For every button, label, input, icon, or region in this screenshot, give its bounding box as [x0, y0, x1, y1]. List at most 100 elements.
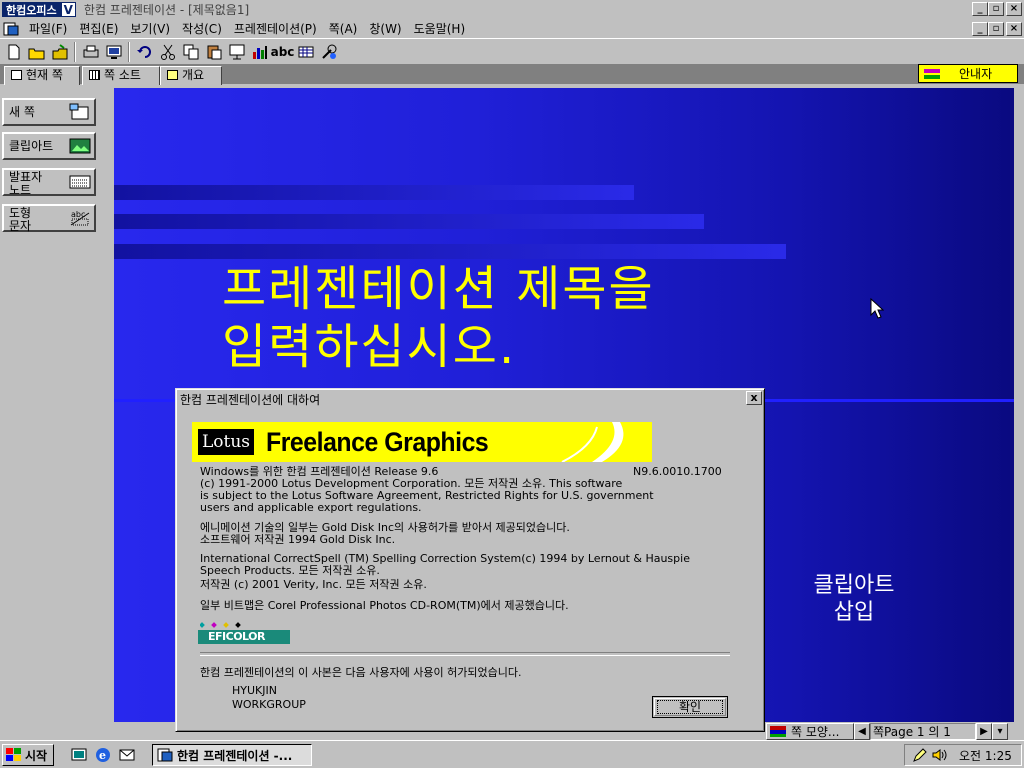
eficolor-logo: EFICOLOR	[198, 620, 290, 644]
clock: 오전 1:25	[959, 748, 1012, 763]
chart-icon[interactable]	[248, 41, 271, 63]
speaker-notes-button[interactable]: 발표자 노트	[2, 168, 96, 197]
undo-icon[interactable]	[133, 41, 156, 63]
title-bar: 한컴오피스 V 한컴 프레젠테이션 - [제목없음1] _ ▫ ×	[0, 0, 1024, 19]
view-tabs-row: 현재 쪽 쪽 소트 개요 안내자	[0, 64, 1024, 86]
dialog-close-icon[interactable]: x	[746, 391, 762, 405]
menu-edit[interactable]: 편집(E)	[73, 20, 124, 37]
desktop-icon[interactable]	[70, 746, 88, 764]
copy-icon[interactable]	[179, 41, 202, 63]
close-icon[interactable]: ×	[1006, 2, 1022, 16]
mouse-cursor-icon	[870, 298, 884, 319]
task-button-label: 한컴 프레젠테이션 -...	[177, 748, 293, 763]
doc-restore-icon[interactable]: ▫	[988, 22, 1004, 36]
layout-icon	[770, 725, 786, 737]
spell-check-icon[interactable]: abc	[270, 41, 295, 63]
new-page-label: 새 쪽	[9, 105, 35, 119]
shape-text-icon: abc	[70, 210, 90, 226]
menu-help[interactable]: 도움말(H)	[408, 20, 472, 37]
speaker-notes-line2: 노트	[9, 183, 32, 197]
about-dialog-title-bar: 한컴 프레젠테이션에 대하여	[178, 391, 762, 409]
task-button-presentation[interactable]: 한컴 프레젠테이션 -...	[152, 744, 312, 766]
shape-text-line2: 문자	[9, 219, 32, 233]
toolbar: abc	[0, 38, 1024, 64]
clipart-label: 클립아트	[9, 139, 54, 153]
license-text: 한컴 프레젠테이션의 이 사본은 다음 사용자에 사용이 허가되었습니다.	[200, 666, 522, 679]
menu-file[interactable]: 파일(F)	[23, 20, 73, 37]
restore-icon[interactable]: ▫	[988, 2, 1004, 16]
app-logo-suffix: V	[60, 2, 76, 17]
guide-button[interactable]: 안내자	[918, 64, 1018, 83]
ok-button[interactable]: 확인	[652, 696, 728, 718]
release-code: N9.6.0010.1700	[633, 465, 722, 478]
app-logo: 한컴오피스 V	[2, 2, 76, 17]
menu-bar: 파일(F) 편집(E) 보기(V) 작성(C) 프레젠테이션(P) 쪽(A) 창…	[0, 19, 1024, 38]
cut-icon[interactable]	[156, 41, 179, 63]
tab-page-sorter[interactable]: 쪽 소트	[82, 66, 160, 85]
product-name: Freelance Graphics	[266, 427, 489, 457]
slide-title-placeholder[interactable]: 프레젠테이션 제목을 입력하십시오.	[222, 260, 655, 376]
menu-window[interactable]: 창(W)	[363, 20, 407, 37]
shape-text-button[interactable]: 도형 문자 abc	[2, 204, 96, 233]
clipart-placeholder[interactable]: 클립아트 삽입	[794, 572, 914, 626]
tab-outline[interactable]: 개요	[160, 66, 222, 85]
paste-icon[interactable]	[202, 41, 225, 63]
print-icon[interactable]	[79, 41, 102, 63]
next-page-icon[interactable]: ▶	[976, 722, 992, 740]
slide-show-icon[interactable]	[225, 41, 248, 63]
dialog-divider	[200, 652, 730, 656]
animation-line: 소프트웨어 저작권 1994 Gold Disk Inc.	[200, 533, 396, 546]
menu-create[interactable]: 작성(C)	[176, 20, 228, 37]
page-layout-button[interactable]: 쪽 모양...	[766, 722, 854, 740]
tab-current-page[interactable]: 현재 쪽	[4, 66, 80, 85]
tab-page-sorter-label: 쪽 소트	[104, 68, 141, 82]
save-icon[interactable]	[48, 41, 71, 63]
start-button[interactable]: 시작	[2, 744, 54, 766]
outlook-icon[interactable]	[118, 746, 136, 764]
speaker-notes-icon	[69, 175, 91, 189]
internet-explorer-icon[interactable]: e	[94, 746, 112, 764]
table-icon[interactable]	[294, 41, 317, 63]
clipart-button[interactable]: 클립아트	[2, 132, 96, 160]
help-icon[interactable]	[317, 41, 340, 63]
menu-presentation[interactable]: 프레젠테이션(P)	[228, 20, 323, 37]
open-folder-icon[interactable]	[25, 41, 48, 63]
taskbar: 시작 e 한컴 프레젠테이션 -... 오전 1:25	[0, 740, 1024, 768]
eficolor-label: EFICOLOR	[198, 630, 290, 644]
product-banner: Lotus Freelance Graphics	[192, 422, 652, 462]
copyright-line: users and applicable export regulations.	[200, 501, 422, 514]
svg-text:abc: abc	[71, 210, 85, 219]
pen-icon[interactable]	[911, 747, 927, 763]
page-indicator[interactable]: 쪽Page 1 의 1	[870, 722, 976, 740]
doc-close-icon[interactable]: ×	[1006, 22, 1022, 36]
new-page-icon	[69, 103, 89, 120]
lotus-logo: Lotus	[198, 429, 254, 455]
licensed-organization: WORKGROUP	[232, 698, 306, 711]
print-preview-icon[interactable]	[102, 41, 125, 63]
shape-text-line1: 도형	[9, 206, 32, 220]
guide-label: 안내자	[959, 67, 993, 81]
page-menu-icon[interactable]: ▾	[992, 722, 1008, 740]
volume-icon[interactable]	[931, 747, 947, 763]
decorative-band	[114, 214, 704, 229]
document-app-icon[interactable]	[3, 21, 19, 37]
abc-label: abc	[270, 44, 295, 59]
new-page-button[interactable]: 새 쪽	[2, 98, 96, 126]
licensed-user: HYUKJIN	[232, 684, 277, 697]
clipart-placeholder-line2: 삽입	[833, 600, 875, 625]
menu-view[interactable]: 보기(V)	[124, 20, 176, 37]
toolbar-separator	[74, 41, 76, 62]
new-document-icon[interactable]	[2, 41, 25, 63]
page-layout-label: 쪽 모양...	[791, 724, 840, 739]
banner-swoosh	[561, 422, 624, 462]
minimize-icon[interactable]: _	[972, 2, 988, 16]
bitmap-credit: 일부 비트맵은 Corel Professional Photos CD-ROM…	[200, 599, 569, 612]
prev-page-icon[interactable]: ◀	[854, 722, 870, 740]
vertical-scrollbar[interactable]	[1014, 88, 1024, 722]
decorative-band	[114, 244, 786, 259]
toolbar-separator	[128, 41, 130, 62]
menu-page[interactable]: 쪽(A)	[323, 20, 364, 37]
doc-minimize-icon[interactable]: _	[972, 22, 988, 36]
sorter-icon	[89, 70, 100, 80]
ok-label: 확인	[678, 700, 702, 714]
